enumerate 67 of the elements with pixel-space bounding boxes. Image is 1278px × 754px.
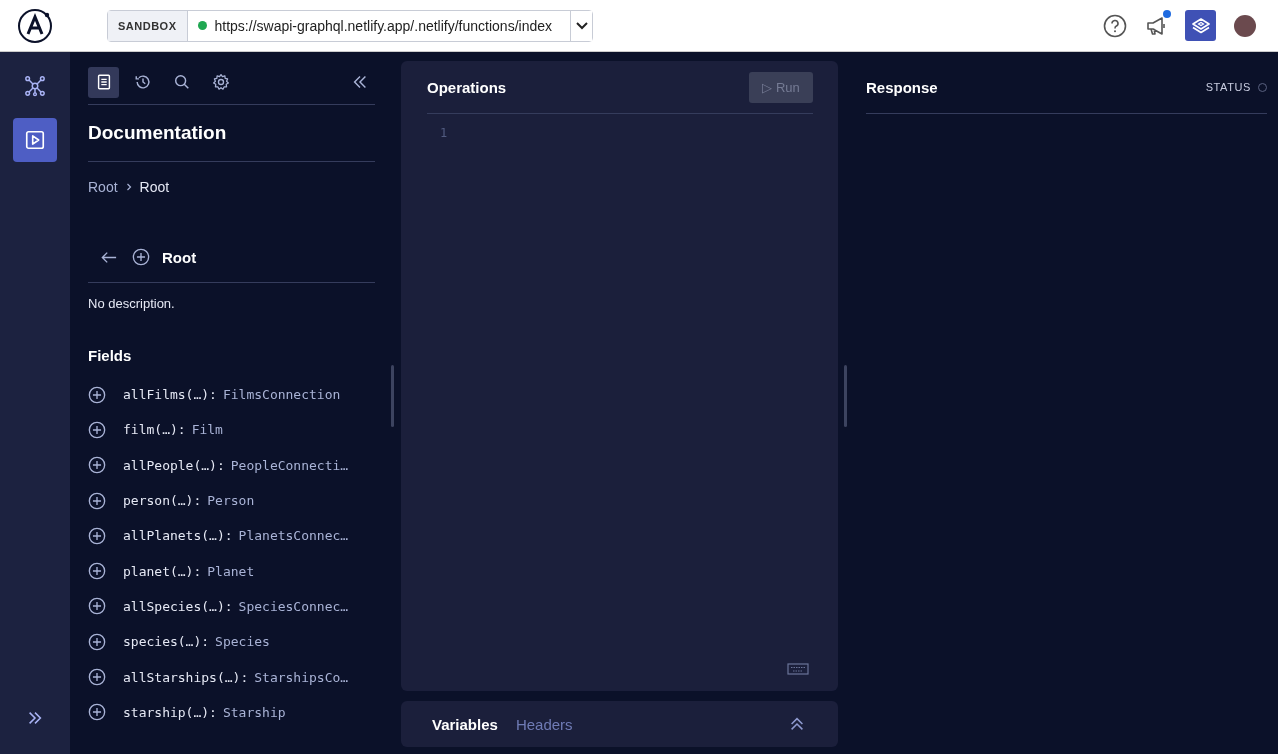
plus-circle-icon[interactable]: [132, 248, 150, 266]
arrow-left-icon: [100, 250, 117, 264]
field-type[interactable]: Planet: [207, 563, 255, 579]
field-type[interactable]: PlanetsConnec…: [238, 528, 349, 544]
search-icon: [172, 73, 191, 91]
plus-circle-icon[interactable]: [88, 526, 106, 545]
scrollbar-thumb[interactable]: [391, 365, 394, 427]
panel-title: Documentation: [88, 105, 375, 162]
plus-circle-icon[interactable]: [88, 703, 106, 722]
field-name[interactable]: allStarships(…):: [123, 669, 249, 685]
field-type[interactable]: Person: [207, 493, 255, 509]
plus-circle-icon[interactable]: [88, 562, 106, 581]
graph-icon: [24, 75, 46, 97]
history-icon: [133, 73, 152, 91]
field-type[interactable]: StarshipsCo…: [254, 669, 349, 685]
plus-circle-icon[interactable]: [88, 420, 106, 439]
panel-tab[interactable]: Variables: [425, 711, 505, 737]
play-icon: [24, 129, 46, 151]
explorer-nav-button[interactable]: [13, 118, 57, 162]
plus-circle-icon[interactable]: [88, 491, 106, 510]
section-heading: Fields: [88, 345, 133, 366]
workspace-button[interactable]: [1185, 10, 1216, 41]
double-chevron-right-icon: [26, 709, 44, 727]
plus-circle-icon[interactable]: [88, 456, 106, 475]
field-name[interactable]: allPeople(…):: [123, 457, 225, 473]
panel-tab[interactable]: Headers: [508, 711, 580, 737]
environment-label: SANDBOX: [108, 10, 188, 41]
field-type[interactable]: PeopleConnecti…: [230, 457, 349, 473]
type-description: No description.: [88, 295, 176, 313]
layers-icon: [1190, 15, 1211, 36]
field-name[interactable]: species(…):: [123, 634, 210, 650]
breadcrumb-link[interactable]: Root: [139, 179, 170, 195]
double-chevron-up-icon[interactable]: [788, 715, 806, 733]
breadcrumb-link[interactable]: Root: [88, 179, 118, 195]
field-name[interactable]: starship(…):: [123, 704, 217, 720]
type-name: Root: [162, 248, 197, 266]
panel-title: Response: [866, 78, 938, 96]
field-type[interactable]: Starship: [222, 704, 286, 720]
endpoint-dropdown-button[interactable]: [570, 10, 592, 41]
field-name[interactable]: allFilms(…):: [123, 387, 217, 403]
logo-icon[interactable]: [17, 7, 53, 44]
panel-title: Operations: [427, 78, 507, 96]
settings-icon: [211, 73, 230, 91]
field-name[interactable]: allSpecies(…):: [123, 598, 233, 614]
plus-circle-icon[interactable]: [88, 597, 106, 616]
user-avatar[interactable]: [1234, 14, 1256, 37]
docs-tab[interactable]: [88, 66, 119, 98]
field-type[interactable]: SpeciesConnec…: [238, 598, 349, 614]
field-name[interactable]: film(…):: [123, 422, 186, 438]
field-type[interactable]: FilmsConnection: [222, 387, 341, 403]
status-label: STATUS: [1205, 81, 1251, 93]
plus-circle-icon[interactable]: [88, 668, 106, 686]
endpoint-field[interactable]: SANDBOX https://swapi-graphql.netlify.app/.netlify/functions/index: [107, 9, 593, 42]
field-name[interactable]: person(…):: [123, 493, 202, 509]
chevron-right-icon: [125, 183, 132, 191]
chevron-down-icon: [575, 21, 588, 30]
line-number: 1: [440, 126, 448, 140]
help-icon[interactable]: [1103, 13, 1127, 38]
plus-circle-icon[interactable]: [88, 385, 106, 404]
endpoint-url: https://swapi-graphql.netlify.app/.netlify/functions/index: [214, 17, 553, 34]
resize-handle[interactable]: [844, 365, 847, 427]
field-type[interactable]: Film: [191, 422, 223, 438]
field-name[interactable]: allPlanets(…):: [123, 528, 233, 544]
keyboard-icon[interactable]: [787, 663, 809, 675]
field-name[interactable]: planet(…):: [123, 563, 202, 579]
plus-circle-icon[interactable]: [88, 632, 106, 651]
field-type[interactable]: Species: [215, 634, 270, 650]
